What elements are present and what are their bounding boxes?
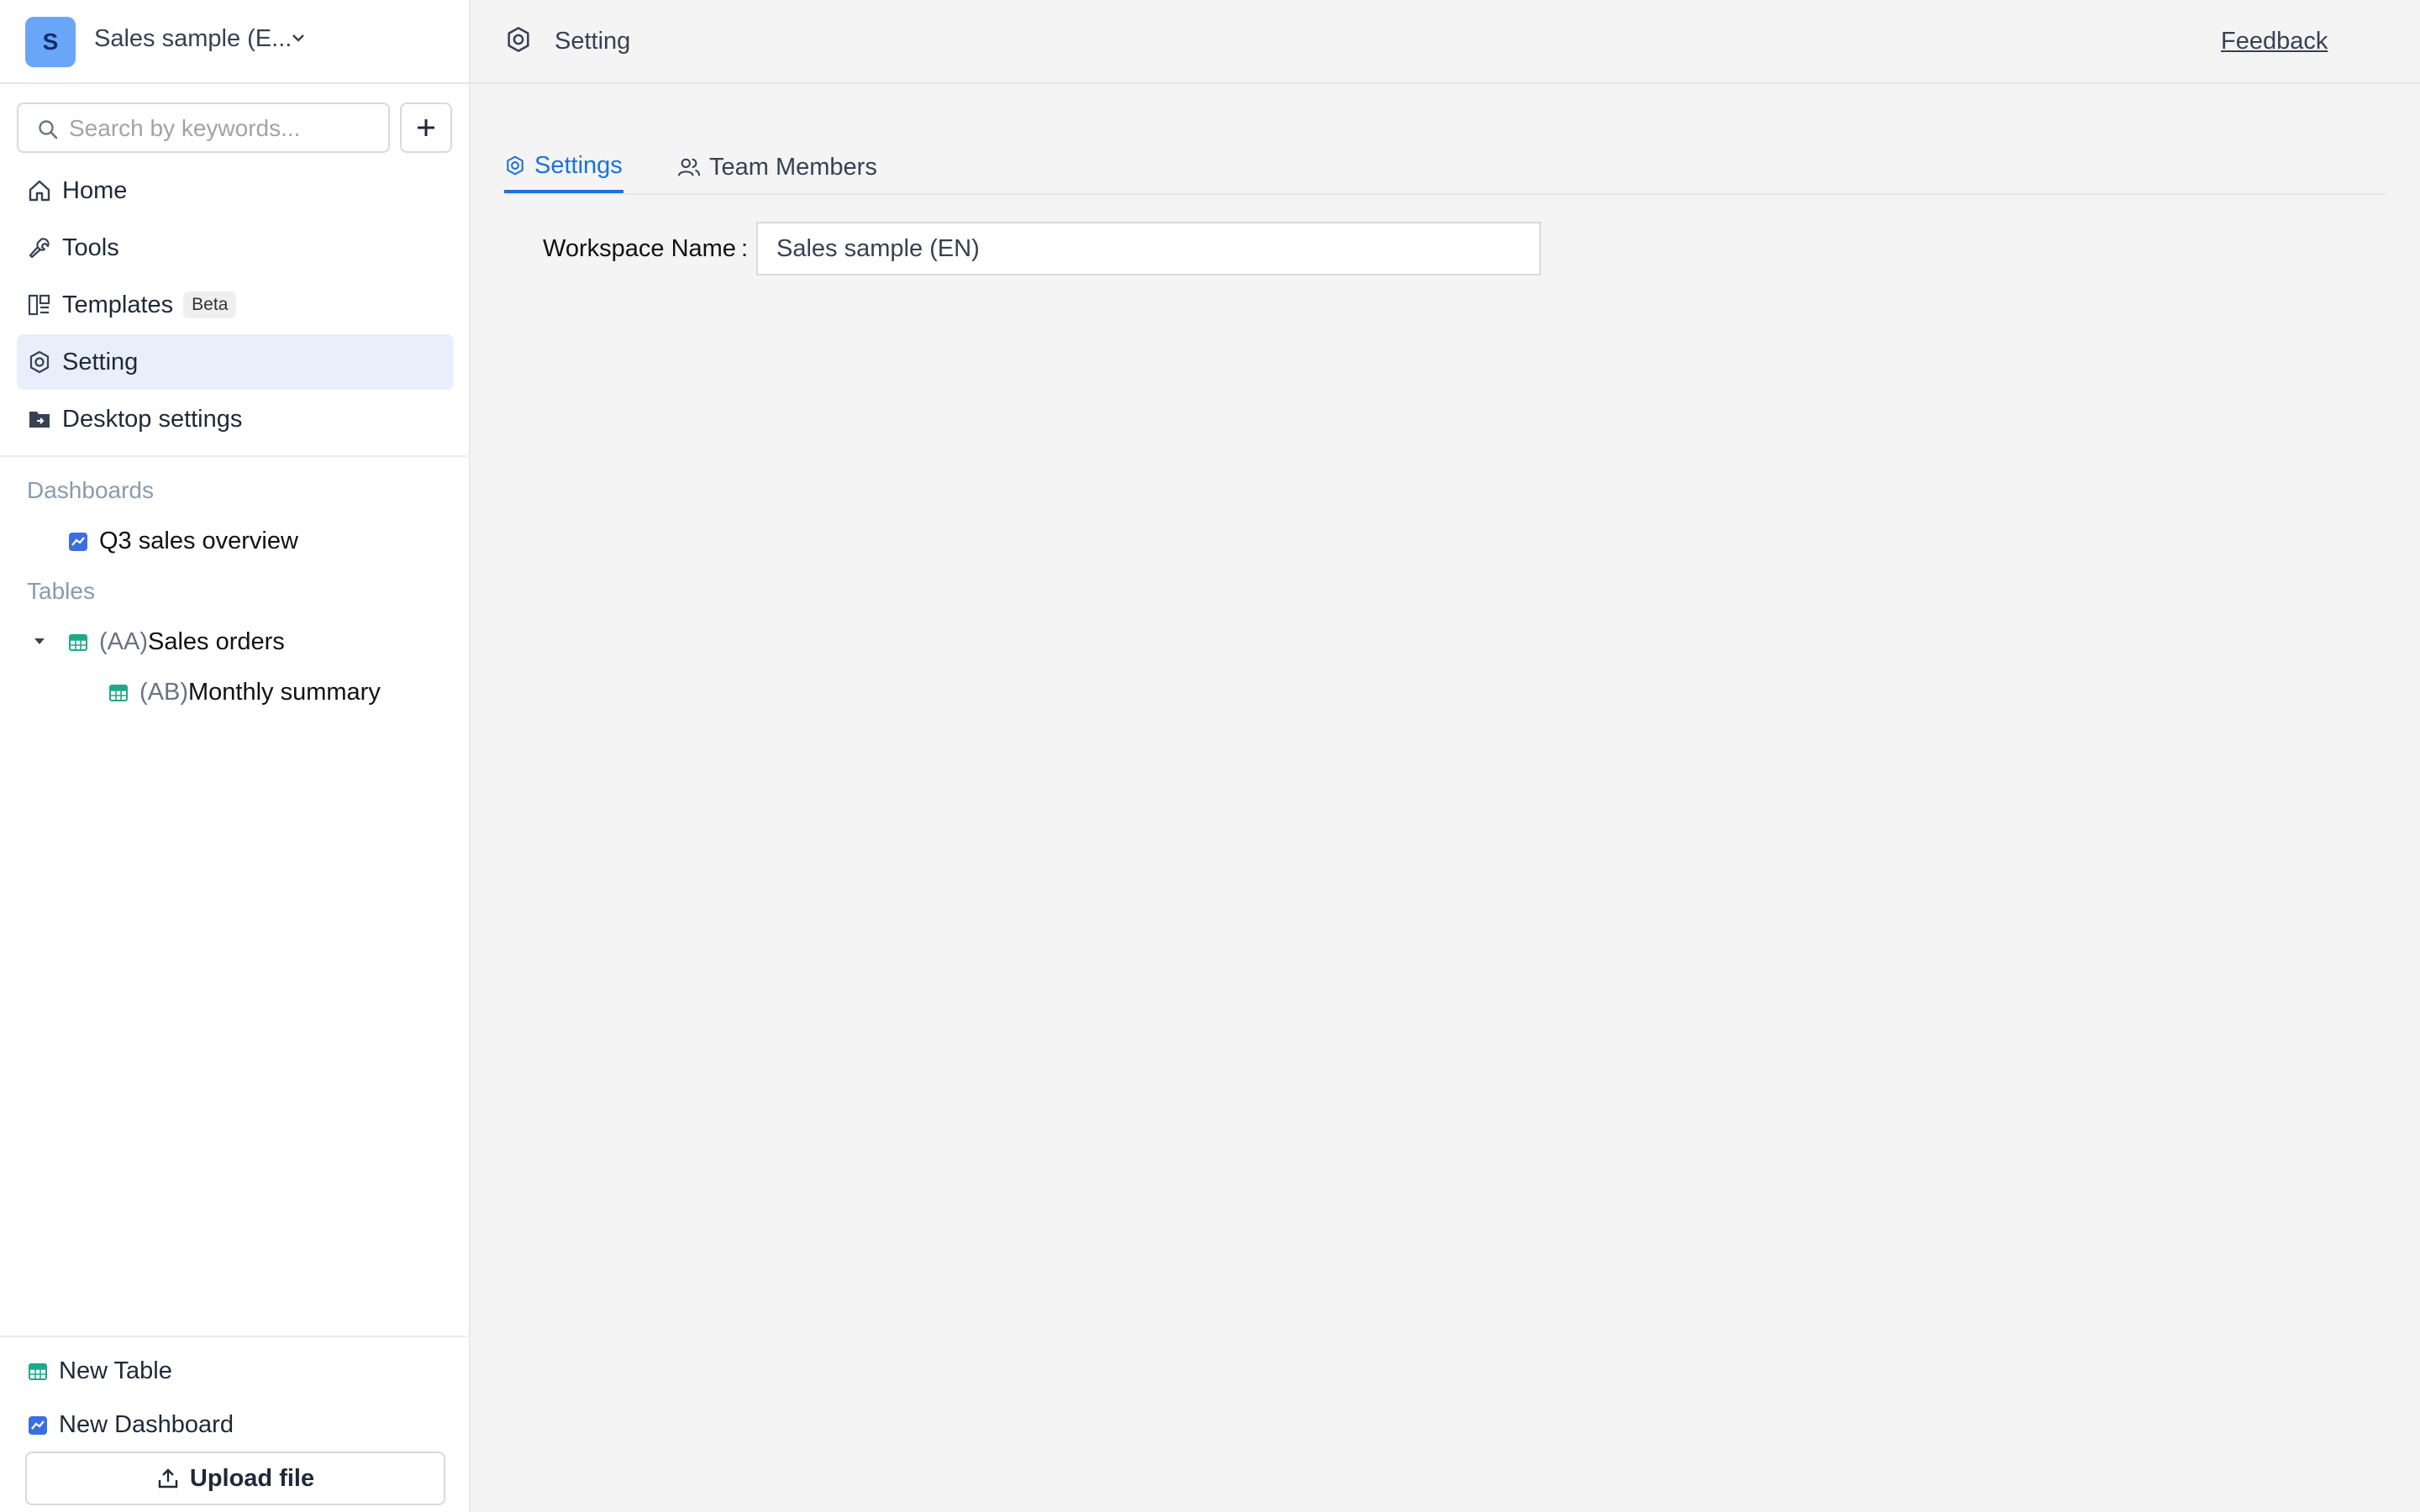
upload-label: Upload file — [189, 1464, 315, 1492]
workspace-name-label: Workspace Name: — [543, 235, 748, 262]
tab-label: Team Members — [709, 153, 877, 181]
search-field[interactable] — [17, 102, 390, 153]
table-icon — [108, 682, 129, 704]
search-icon — [39, 120, 58, 139]
users-icon — [677, 158, 701, 176]
nav-item-label: Home — [62, 176, 128, 204]
new-table-button[interactable]: New Table — [27, 1357, 172, 1385]
nav-item-label: Desktop settings — [62, 405, 243, 433]
table-icon — [27, 1361, 49, 1383]
templates-icon — [25, 291, 54, 319]
upload-icon — [158, 1468, 178, 1488]
search-input[interactable] — [67, 111, 381, 146]
table-icon — [67, 632, 89, 654]
sidebar: S Sales sample (E... Home Tools Template… — [0, 0, 471, 1512]
tab-label: Settings — [534, 151, 623, 179]
wrench-icon — [25, 234, 54, 262]
desktop-folder-icon — [25, 405, 54, 433]
workspace-name-input[interactable] — [756, 222, 1541, 276]
settings-tabs: Settings Team Members — [504, 126, 2386, 195]
table-label: Monthly summary — [188, 679, 381, 706]
nav-item-desktop-settings[interactable]: Desktop settings — [17, 391, 454, 447]
nav-item-label: Tools — [62, 234, 119, 261]
new-table-label: New Table — [59, 1357, 172, 1384]
workspace-switcher[interactable]: S Sales sample (E... — [0, 0, 469, 84]
feedback-link[interactable]: Feedback — [2221, 28, 2328, 55]
nav-item-templates[interactable]: Templates Beta — [17, 277, 454, 333]
gear-icon — [25, 348, 54, 376]
page-title: Setting — [555, 28, 631, 55]
new-dashboard-button[interactable]: New Dashboard — [27, 1411, 234, 1439]
home-icon — [25, 176, 54, 205]
table-label: Sales orders — [148, 628, 285, 655]
table-prefix: (AA) — [99, 628, 148, 655]
plus-icon — [418, 119, 434, 136]
table-prefix: (AB) — [139, 679, 188, 706]
nav-item-label: Setting — [62, 348, 139, 375]
tables-section-title: Tables — [27, 578, 95, 604]
tab-team-members[interactable]: Team Members — [677, 141, 877, 193]
table-item[interactable]: (AB) Monthly summary — [108, 679, 381, 706]
workspace-name: Sales sample (E... — [94, 25, 292, 52]
divider — [0, 1336, 467, 1337]
dashboard-label: Q3 sales overview — [99, 528, 298, 554]
caret-down-icon[interactable] — [32, 635, 47, 647]
table-item[interactable]: (AA) Sales orders — [67, 628, 285, 656]
chevron-down-icon — [292, 34, 304, 42]
new-dashboard-label: New Dashboard — [59, 1411, 234, 1438]
add-button[interactable] — [400, 102, 452, 153]
dashboard-item[interactable]: Q3 sales overview — [67, 528, 298, 555]
divider — [0, 455, 467, 457]
nav-item-setting[interactable]: Setting — [17, 334, 454, 390]
beta-badge: Beta — [183, 291, 237, 318]
gear-icon — [507, 155, 523, 176]
chart-icon — [67, 531, 89, 553]
upload-file-button[interactable]: Upload file — [25, 1452, 445, 1505]
chart-icon — [27, 1415, 49, 1436]
nav-item-tools[interactable]: Tools — [17, 220, 454, 276]
workspace-avatar: S — [25, 17, 76, 67]
tab-settings[interactable]: Settings — [504, 141, 623, 193]
dashboards-section-title: Dashboards — [27, 477, 154, 503]
top-bar: Setting — [471, 0, 2420, 84]
nav-item-home[interactable]: Home — [17, 163, 454, 218]
gear-icon — [508, 27, 529, 52]
nav-item-label: Templates — [62, 291, 174, 318]
